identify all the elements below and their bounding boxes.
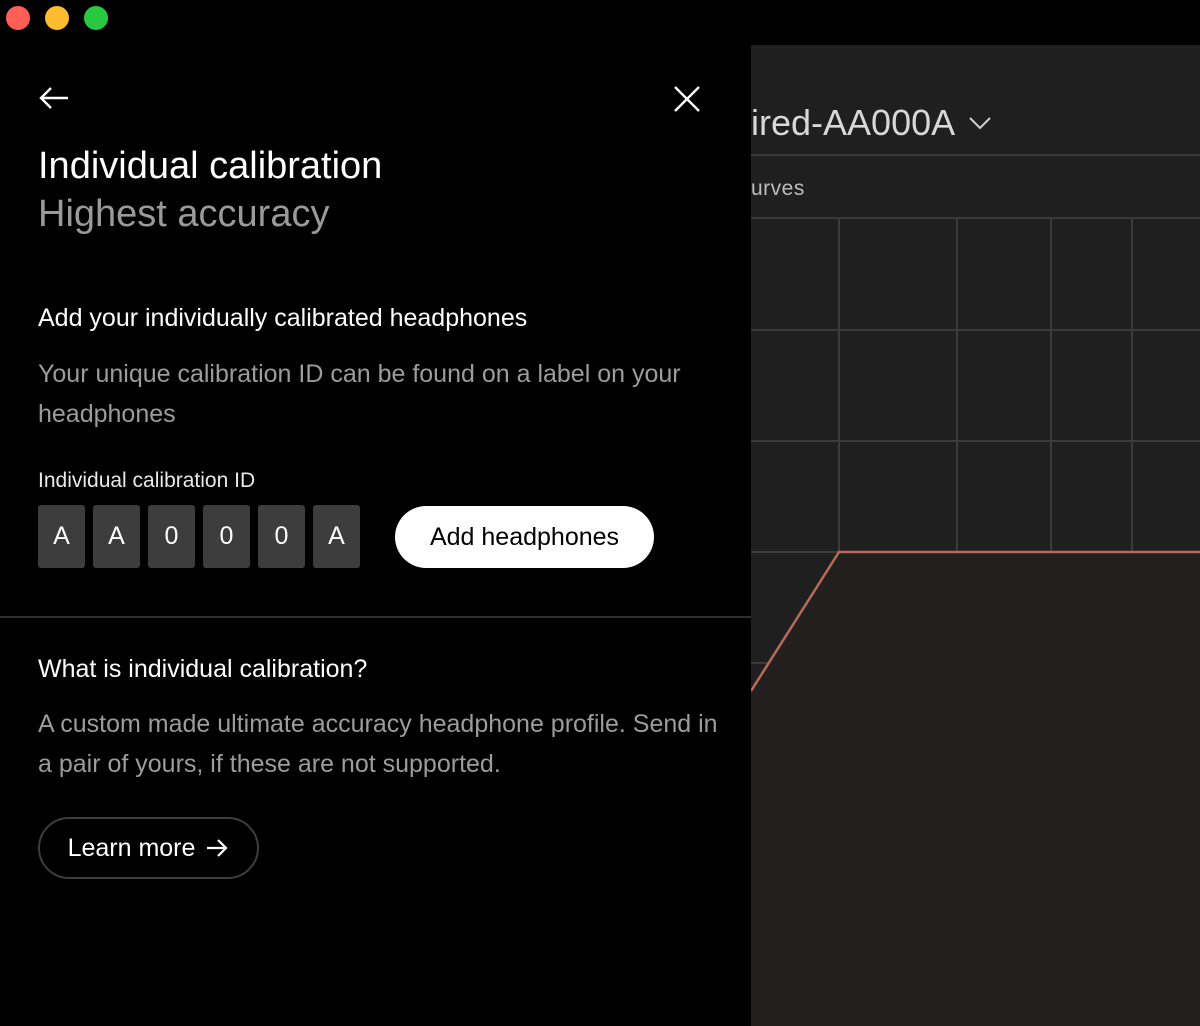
eq-graph xyxy=(751,219,1200,1026)
add-section-heading: Add your individually calibrated headpho… xyxy=(38,304,528,332)
add-section-description: Your unique calibration ID can be found … xyxy=(38,360,681,428)
learn-more-label: Learn more xyxy=(67,833,196,862)
page-subtitle: Highest accuracy xyxy=(38,193,330,235)
id-char-field[interactable]: A xyxy=(93,505,140,568)
device-title: ired-AA000A xyxy=(751,102,956,143)
close-button[interactable] xyxy=(670,82,704,116)
header-divider xyxy=(751,154,1200,156)
add-headphones-button[interactable]: Add headphones xyxy=(395,506,654,568)
id-char-field[interactable]: A xyxy=(313,505,360,568)
arrow-left-icon xyxy=(39,87,68,109)
tab-curves[interactable]: urves xyxy=(751,177,805,201)
window-close-button[interactable] xyxy=(6,6,30,30)
close-icon xyxy=(674,86,700,112)
section-divider xyxy=(0,616,751,618)
id-char-field[interactable]: 0 xyxy=(148,505,195,568)
id-char-field[interactable]: 0 xyxy=(258,505,305,568)
chevron-down-icon xyxy=(969,117,991,130)
device-selector[interactable]: ired-AA000A xyxy=(751,102,991,144)
info-section-heading: What is individual calibration? xyxy=(38,655,368,683)
calibration-id-input[interactable]: A A 0 0 0 A xyxy=(38,505,360,568)
page-title: Individual calibration xyxy=(38,145,383,187)
window-zoom-button[interactable] xyxy=(84,6,108,30)
back-button[interactable] xyxy=(34,82,74,114)
learn-more-button[interactable]: Learn more xyxy=(38,817,259,879)
background-app: ired-AA000A urves xyxy=(751,45,1200,1026)
id-char-field[interactable]: A xyxy=(38,505,85,568)
window-minimize-button[interactable] xyxy=(45,6,69,30)
calibration-panel: Individual calibration Highest accuracy … xyxy=(0,0,751,1026)
arrow-right-icon xyxy=(207,839,228,857)
id-char-field[interactable]: 0 xyxy=(203,505,250,568)
window-controls xyxy=(6,6,108,30)
info-section-description: A custom made ultimate accuracy headphon… xyxy=(38,710,718,778)
calibration-id-label: Individual calibration ID xyxy=(38,469,256,492)
